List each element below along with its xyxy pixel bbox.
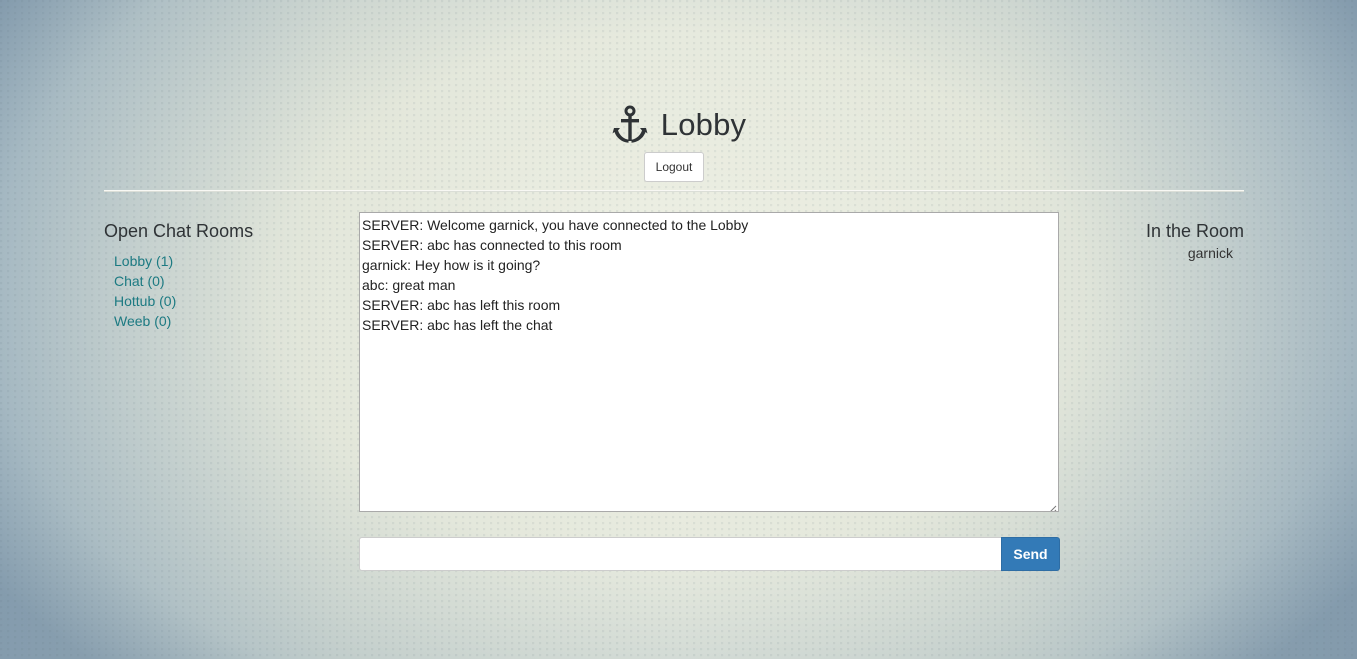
rooms-heading: Open Chat Rooms <box>104 221 254 241</box>
message-composer: Send <box>359 537 1060 571</box>
room-link-chat[interactable]: Chat (0) <box>114 273 165 289</box>
room-item: Hottub (0) <box>114 291 324 311</box>
user-list: garnick <box>1084 244 1233 262</box>
message-input[interactable] <box>359 537 1001 571</box>
chat-message: abc: great man <box>362 277 456 293</box>
occupants-panel: In the Room garnick <box>1084 221 1244 262</box>
chat-message: SERVER: abc has connected to this room <box>362 237 622 253</box>
room-link-lobby[interactable]: Lobby (1) <box>114 253 173 269</box>
title-row: Lobby <box>611 103 746 147</box>
logout-button[interactable]: Logout <box>644 152 704 182</box>
page-header: Lobby <box>0 103 1357 150</box>
chat-message: SERVER: abc has left the chat <box>362 317 553 333</box>
resize-grip-icon[interactable] <box>1048 501 1057 511</box>
room-item: Chat (0) <box>114 271 324 291</box>
anchor-icon <box>611 105 649 145</box>
room-link-hottub[interactable]: Hottub (0) <box>114 293 176 309</box>
chat-message: garnick: Hey how is it going? <box>362 257 541 273</box>
chat-message: SERVER: Welcome garnick, you have connec… <box>362 217 749 233</box>
room-list: Lobby (1) Chat (0) Hottub (0) Weeb (0) <box>114 251 324 331</box>
rooms-panel: Open Chat Rooms Lobby (1) Chat (0) Hottu… <box>104 221 324 331</box>
room-item: Weeb (0) <box>114 311 324 331</box>
chat-log-textarea[interactable]: SERVER: Welcome garnick, you have connec… <box>359 212 1059 512</box>
header-divider <box>104 190 1244 192</box>
chat-message: SERVER: abc has left this room <box>362 297 561 313</box>
page-title: Lobby <box>660 107 747 142</box>
user-item: garnick <box>1187 245 1233 261</box>
occupants-heading: In the Room <box>1145 221 1244 241</box>
room-link-weeb[interactable]: Weeb (0) <box>114 313 171 329</box>
send-button[interactable]: Send <box>1001 537 1060 571</box>
room-item: Lobby (1) <box>114 251 324 271</box>
